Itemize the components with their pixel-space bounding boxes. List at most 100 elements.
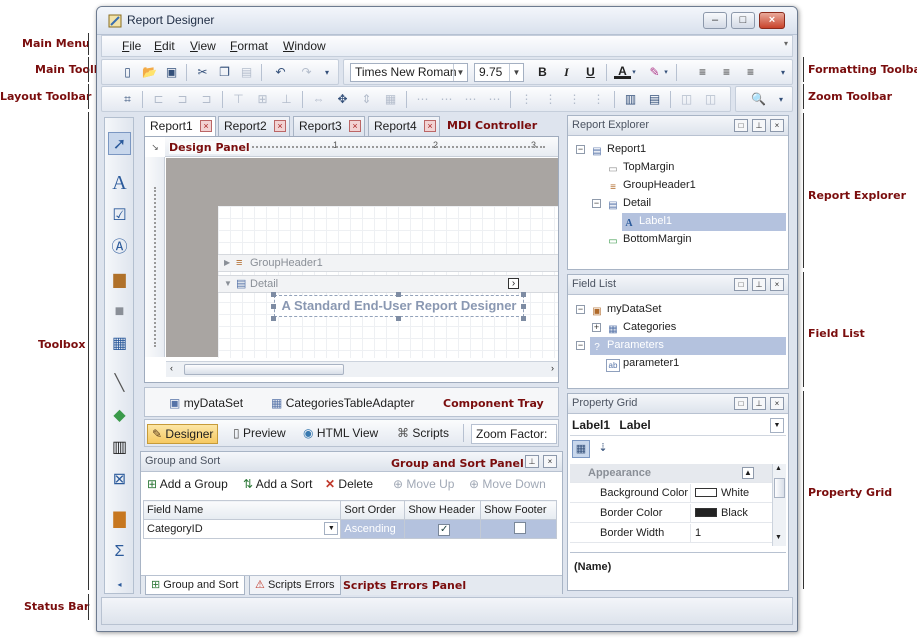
expander-icon[interactable]: −: [576, 305, 585, 314]
label-tool-icon[interactable]: A: [108, 172, 131, 195]
horizontal-spacing-increase-icon[interactable]: ⋯: [438, 91, 455, 108]
tab-report4[interactable]: Report4 ×: [368, 116, 440, 136]
italic-button[interactable]: I: [558, 64, 575, 81]
tray-item-categories-table-adapter[interactable]: ▦ CategoriesTableAdapter: [271, 396, 414, 410]
close-tab-icon[interactable]: ×: [274, 120, 286, 132]
group-sort-header[interactable]: Group and Sort Group and Sort Panel ⊥ ×: [141, 452, 562, 472]
property-grid-header[interactable]: Property Grid □ ⊥ ×: [568, 394, 788, 414]
tree-item-groupheader1[interactable]: ≡ GroupHeader1: [606, 177, 696, 195]
design-panel[interactable]: ↘ 1 2 3 Design Panel ▶ ≡ GroupHeader1 ▼ …: [144, 136, 559, 383]
expander-icon[interactable]: −: [576, 341, 585, 350]
maximize-button[interactable]: □: [731, 12, 755, 29]
font-color-dropdown-icon[interactable]: ▾: [630, 64, 638, 81]
resize-handle[interactable]: [271, 304, 276, 309]
move-up-button[interactable]: ⊕ Move Up: [393, 477, 454, 491]
tab-report2[interactable]: Report2 ×: [218, 116, 290, 136]
show-header-cell[interactable]: ✓: [404, 519, 482, 539]
menu-window[interactable]: Window: [283, 39, 326, 53]
table-tool-icon[interactable]: ▦: [108, 332, 131, 355]
save-icon[interactable]: ▣: [163, 64, 180, 81]
property-scrollbar[interactable]: ▲ ▼: [772, 464, 786, 546]
band-expander-icon[interactable]: ▼: [224, 276, 232, 292]
tab-scripts-errors[interactable]: ⚠ Scripts Errors: [249, 576, 341, 595]
label1-control[interactable]: A Standard End-User Report Designer: [274, 295, 524, 317]
bold-button[interactable]: B: [534, 64, 551, 81]
underline-button[interactable]: U: [582, 64, 599, 81]
property-value[interactable]: 1: [690, 524, 776, 542]
expander-icon[interactable]: +: [592, 323, 601, 332]
report-page[interactable]: ▶ ≡ GroupHeader1 ▼ ▤ Detail › A Standard…: [218, 206, 558, 358]
show-footer-checkbox[interactable]: [514, 521, 527, 534]
add-group-button[interactable]: ⊞ Add a Group: [147, 477, 228, 491]
zip-code-tool-icon[interactable]: ⊠: [108, 468, 131, 491]
expander-icon[interactable]: −: [576, 145, 585, 154]
horizontal-scrollbar[interactable]: ‹ ›: [166, 361, 558, 377]
center-horizontally-icon[interactable]: ▥: [622, 91, 639, 108]
zoom-icon[interactable]: 🔍: [750, 91, 767, 108]
field-list-header[interactable]: Field List □ ⊥ ×: [568, 275, 788, 295]
tree-item-parameters[interactable]: ? Parameters: [590, 337, 786, 355]
tree-item-parameter1[interactable]: ab parameter1: [606, 355, 679, 373]
show-header-checkbox[interactable]: ✓: [438, 523, 451, 536]
minimize-button[interactable]: –: [703, 12, 727, 29]
column-header[interactable]: Field Name: [142, 500, 342, 520]
property-row[interactable]: Background Color White: [570, 484, 776, 503]
new-report-icon[interactable]: ▯: [119, 64, 136, 81]
property-row[interactable]: Border Color Black: [570, 504, 776, 523]
tree-item-report1[interactable]: ▤ Report1: [590, 141, 646, 159]
same-height-icon[interactable]: ⇕: [358, 91, 375, 108]
close-tab-icon[interactable]: ×: [349, 120, 361, 132]
maximize-panel-icon[interactable]: □: [734, 397, 748, 410]
barcode-tool-icon[interactable]: ▥: [108, 436, 131, 459]
rich-text-tool-icon[interactable]: Ⓐ: [108, 236, 131, 259]
close-tab-icon[interactable]: ×: [200, 120, 212, 132]
bring-to-front-icon[interactable]: ◫: [678, 91, 695, 108]
menu-edit[interactable]: Edit: [154, 39, 175, 53]
scroll-left-icon[interactable]: ‹: [170, 363, 173, 373]
move-down-button[interactable]: ⊕ Move Down: [469, 477, 546, 491]
property-category-appearance[interactable]: Appearance ▲: [570, 464, 776, 483]
zoom-factor-label[interactable]: Zoom Factor:: [471, 424, 557, 444]
scrollbar-thumb[interactable]: [774, 478, 785, 498]
scroll-down-icon[interactable]: ▼: [775, 534, 782, 541]
zoom-dropdown-icon[interactable]: ▾: [776, 91, 786, 108]
back-color-dropdown-icon[interactable]: ▾: [662, 64, 670, 81]
chart-tool-icon[interactable]: ▇: [108, 508, 131, 531]
column-header[interactable]: Show Header: [404, 500, 482, 520]
chevron-down-icon[interactable]: ▼: [324, 522, 339, 535]
object-selector[interactable]: Label1 Label ▼: [570, 416, 786, 436]
chevron-down-icon[interactable]: ▼: [770, 418, 784, 433]
same-width-icon[interactable]: ⇔: [310, 91, 327, 108]
menu-file[interactable]: File: [122, 39, 141, 53]
tree-item-bottommargin[interactable]: ▭ BottomMargin: [606, 231, 691, 249]
report-canvas[interactable]: ▶ ≡ GroupHeader1 ▼ ▤ Detail › A Standard…: [166, 158, 558, 358]
title-bar[interactable]: Report Designer – □ ×: [97, 7, 797, 35]
maximize-panel-icon[interactable]: □: [734, 119, 748, 132]
tab-designer[interactable]: ✎ Designer: [147, 424, 219, 444]
toolbar-overflow-icon[interactable]: ▾: [322, 64, 332, 81]
column-header[interactable]: Sort Order: [340, 500, 406, 520]
align-lefts-icon[interactable]: ⊏: [150, 91, 167, 108]
horizontal-spacing-equal-icon[interactable]: ⋯: [414, 91, 431, 108]
categorized-icon[interactable]: ▦: [572, 440, 590, 458]
close-button[interactable]: ×: [759, 12, 785, 29]
tab-scripts[interactable]: ⌘ Scripts: [393, 424, 453, 444]
align-centers-icon[interactable]: ⊐: [174, 91, 191, 108]
tab-preview[interactable]: ▯ Preview: [229, 424, 290, 444]
table-row[interactable]: CategoryID ▼ Ascending ✓: [142, 519, 557, 539]
vertical-spacing-decrease-icon[interactable]: ⋮: [566, 91, 583, 108]
open-icon[interactable]: 📂: [141, 64, 158, 81]
align-rights-icon[interactable]: ⊐: [198, 91, 215, 108]
menu-overflow-icon[interactable]: ▾: [782, 39, 790, 53]
property-value[interactable]: Black: [690, 504, 776, 522]
scroll-up-icon[interactable]: ▲: [775, 465, 782, 472]
band-expander-icon[interactable]: ▶: [224, 255, 230, 271]
vertical-spacing-equal-icon[interactable]: ⋮: [518, 91, 535, 108]
pin-icon[interactable]: ⊥: [752, 397, 766, 410]
pin-icon[interactable]: ⊥: [752, 278, 766, 291]
expander-icon[interactable]: −: [592, 199, 601, 208]
chevron-down-icon[interactable]: ▼: [453, 64, 467, 81]
toolbox-scroll-icon[interactable]: ◂: [108, 573, 131, 596]
property-value[interactable]: White: [690, 484, 776, 502]
cut-icon[interactable]: ✂: [194, 64, 211, 81]
